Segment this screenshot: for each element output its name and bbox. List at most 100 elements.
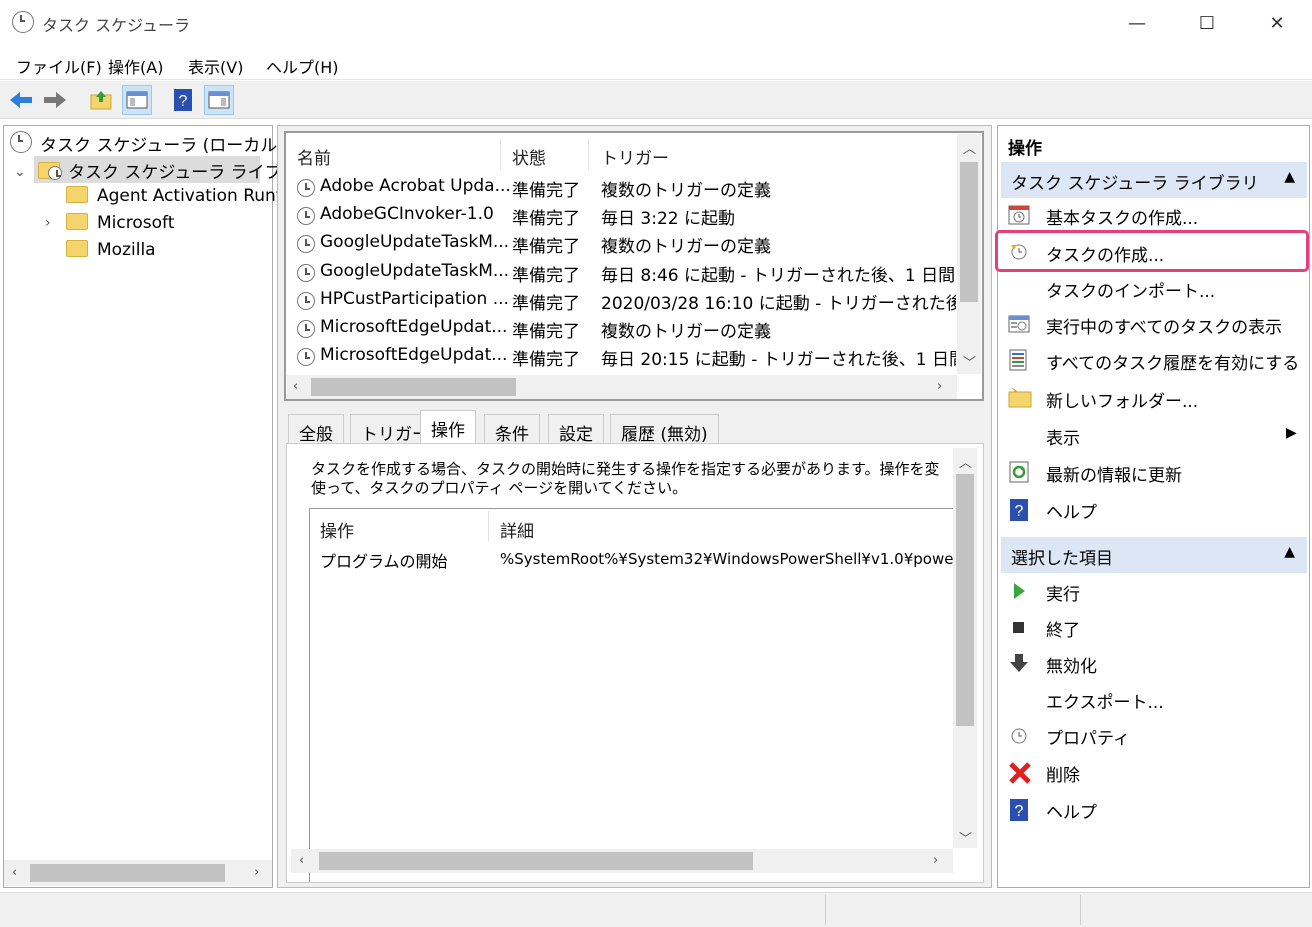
section-library[interactable]: タスク スケジューラ ライブラリ ▲ xyxy=(1001,162,1307,198)
tree-root[interactable]: タスク スケジューラ (ローカル) xyxy=(40,131,284,156)
chevron-right-icon[interactable]: › xyxy=(45,215,51,231)
action-label: エクスポート... xyxy=(1046,693,1164,713)
action-run[interactable]: 実行 xyxy=(1000,575,1306,609)
section-selected-item[interactable]: 選択した項目 ▲ xyxy=(1001,537,1307,573)
task-name: MicrosoftEdgeUpdat... xyxy=(320,345,508,365)
menu-file[interactable]: ファイル(F) xyxy=(16,54,102,78)
table-row[interactable]: Adobe Acrobat Upda... 準備完了 複数のトリガーの定義 xyxy=(288,174,956,202)
help-icon[interactable]: ? xyxy=(168,85,198,115)
action-enable-all-history[interactable]: すべてのタスク履歴を有効にする xyxy=(1000,344,1306,378)
menu-action[interactable]: 操作(A) xyxy=(108,54,163,78)
task-list-horizontal-scrollbar[interactable]: ‹ › xyxy=(287,375,957,399)
action-delete[interactable]: 削除 xyxy=(1000,756,1306,790)
action-new-folder[interactable]: 新しいフォルダー... xyxy=(1000,382,1306,416)
action-properties[interactable]: プロパティ xyxy=(1000,719,1306,753)
task-clock-icon xyxy=(297,207,315,225)
table-row[interactable]: プログラムの開始 %SystemRoot%¥System32¥WindowsPo… xyxy=(310,545,954,573)
action-label: ヘルプ xyxy=(1046,503,1097,523)
close-button[interactable]: ✕ xyxy=(1242,0,1312,46)
menu-bar: ファイル(F) 操作(A) 表示(V) ヘルプ(H) xyxy=(0,46,1312,80)
action-help[interactable]: ? ヘルプ xyxy=(1000,493,1306,527)
maximize-button[interactable]: ☐ xyxy=(1172,0,1242,46)
show-hide-action-pane-icon[interactable] xyxy=(204,85,234,115)
collapse-up-icon[interactable]: ▲ xyxy=(1284,544,1295,560)
left-horizontal-scrollbar[interactable]: ‹ › xyxy=(4,860,272,886)
task-trigger: 複数のトリガーの定義 xyxy=(601,237,771,257)
tree-item-microsoft[interactable]: Microsoft xyxy=(97,213,174,233)
svg-text:?: ? xyxy=(179,93,188,110)
action-help-selected[interactable]: ? ヘルプ xyxy=(1000,793,1306,827)
column-header-status[interactable]: 状態 xyxy=(512,144,546,169)
action-type: プログラムの開始 xyxy=(320,552,448,571)
chevron-down-icon[interactable]: ⌄ xyxy=(14,164,26,180)
folder-icon xyxy=(66,186,88,203)
task-name: Adobe Acrobat Upda... xyxy=(320,176,511,196)
tree-item-mozilla[interactable]: Mozilla xyxy=(97,240,156,260)
show-hide-console-tree-icon[interactable] xyxy=(122,85,152,115)
table-row[interactable]: MicrosoftEdgeUpdat... 準備完了 毎日 20:15 に起動 … xyxy=(288,343,956,371)
table-row[interactable]: MicrosoftEdgeUpdat... 準備完了 複数のトリガーの定義 xyxy=(288,315,956,343)
task-scheduler-app-icon xyxy=(12,11,34,33)
table-row[interactable]: GoogleUpdateTaskM... 準備完了 複数のトリガーの定義 xyxy=(288,230,956,258)
task-clock-icon xyxy=(297,320,315,338)
tab-content-actions: タスクを作成する場合、タスクの開始時に発生する操作を指定する必要があります。操作… xyxy=(286,443,984,883)
task-status: 準備完了 xyxy=(512,294,580,314)
task-name: MicrosoftEdgeUpdat... xyxy=(320,317,508,337)
tab-strip: 全般 トリガー 操作 条件 設定 履歴 (無効) xyxy=(286,408,986,445)
tab-actions[interactable]: 操作 xyxy=(420,410,476,444)
action-view[interactable]: 表示 ▶ xyxy=(1000,419,1306,453)
toolbar: ? xyxy=(0,81,1312,119)
table-row[interactable]: AdobeGCInvoker-1.0 準備完了 毎日 3:22 に起動 xyxy=(288,202,956,230)
tab-vertical-scrollbar[interactable]: ︿ ﹀ xyxy=(953,448,977,848)
title-bar: タスク スケジューラ — ☐ ✕ xyxy=(0,0,1312,46)
actions-column-header[interactable]: 操作 xyxy=(320,517,354,542)
task-trigger: 毎日 8:46 に起動 - トリガーされた後、1 日間 の間 1 xyxy=(601,266,956,286)
tab-history[interactable]: 履歴 (無効) xyxy=(610,414,719,445)
tree-item-agent[interactable]: Agent Activation Runt xyxy=(97,186,283,206)
play-icon xyxy=(1008,580,1030,602)
column-header-trigger[interactable]: トリガー xyxy=(601,144,669,169)
svg-text:?: ? xyxy=(1015,803,1024,820)
forward-arrow-icon[interactable] xyxy=(40,85,70,115)
task-list-vertical-scrollbar[interactable]: ︿ ﹀ xyxy=(957,134,981,374)
task-name: HPCustParticipation ... xyxy=(320,289,509,309)
collapse-up-icon[interactable]: ▲ xyxy=(1284,169,1295,185)
menu-help[interactable]: ヘルプ(H) xyxy=(266,54,339,78)
task-trigger: 2020/03/28 16:10 に起動 - トリガーされた後、1 時間 xyxy=(601,294,956,314)
task-status: 準備完了 xyxy=(512,237,580,257)
up-folder-icon[interactable] xyxy=(86,85,116,115)
down-arrow-icon xyxy=(1008,652,1030,674)
action-create-basic-task[interactable]: 基本タスクの作成... xyxy=(1000,199,1306,233)
action-end[interactable]: 終了 xyxy=(1000,611,1306,645)
action-export[interactable]: エクスポート... xyxy=(1000,683,1306,717)
task-name: GoogleUpdateTaskM... xyxy=(320,261,510,281)
description-line-2: 使って、タスクのプロパティ ページを開いてください。 xyxy=(311,479,688,497)
task-status: 準備完了 xyxy=(512,209,580,229)
action-refresh[interactable]: 最新の情報に更新 xyxy=(1000,456,1306,490)
action-display-running-tasks[interactable]: 実行中のすべてのタスクの表示 xyxy=(1000,308,1306,342)
action-label: ヘルプ xyxy=(1046,803,1097,823)
stop-icon xyxy=(1008,616,1030,638)
task-status: 準備完了 xyxy=(512,322,580,342)
column-header-name[interactable]: 名前 xyxy=(297,144,331,169)
status-divider xyxy=(1080,895,1081,925)
menu-view[interactable]: 表示(V) xyxy=(188,54,243,78)
tab-horizontal-scrollbar[interactable]: ‹ › xyxy=(291,849,953,873)
status-divider xyxy=(825,895,826,925)
new-folder-icon xyxy=(1008,387,1032,409)
details-column-header[interactable]: 詳細 xyxy=(500,517,534,542)
calendar-clock-icon xyxy=(1008,204,1030,226)
table-row[interactable]: GoogleUpdateTaskM... 準備完了 毎日 8:46 に起動 - … xyxy=(288,259,956,287)
minimize-button[interactable]: — xyxy=(1102,0,1172,46)
action-disable[interactable]: 無効化 xyxy=(1000,647,1306,681)
action-import-task[interactable]: タスクのインポート... xyxy=(1000,272,1306,306)
table-row[interactable]: HPCustParticipation ... 準備完了 2020/03/28 … xyxy=(288,287,956,315)
tab-general[interactable]: 全般 xyxy=(288,414,344,445)
history-list-icon xyxy=(1008,349,1030,371)
task-clock-icon xyxy=(297,235,315,253)
clock-icon xyxy=(10,131,32,153)
folder-icon xyxy=(66,213,88,230)
back-arrow-icon[interactable] xyxy=(6,85,36,115)
tab-settings[interactable]: 設定 xyxy=(548,414,604,445)
tab-conditions[interactable]: 条件 xyxy=(484,414,540,445)
